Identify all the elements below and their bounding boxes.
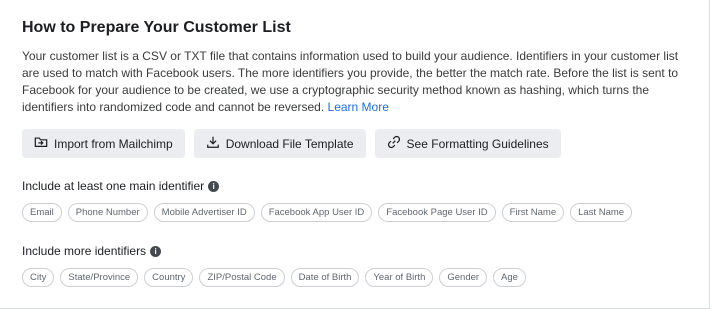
more-identifiers-heading: Include more identifiers i xyxy=(22,243,687,259)
download-button-label: Download File Template xyxy=(225,136,354,151)
learn-more-link[interactable]: Learn More xyxy=(328,100,389,114)
section-title: How to Prepare Your Customer List xyxy=(22,19,291,36)
info-icon[interactable]: i xyxy=(150,245,162,257)
guidelines-button-label: See Formatting Guidelines xyxy=(406,136,549,151)
import-mailchimp-button[interactable]: Import from Mailchimp xyxy=(22,129,185,158)
main-identifier-chips: Email Phone Number Mobile Advertiser ID Fac… xyxy=(22,203,687,222)
identifier-chip: First Name xyxy=(501,203,565,222)
link-icon xyxy=(387,135,401,152)
identifier-chip: Gender xyxy=(439,268,488,287)
identifier-chip: Mobile Advertiser ID xyxy=(153,203,255,222)
identifier-chip: Age xyxy=(493,268,526,287)
identifier-chip: Country xyxy=(144,268,194,287)
customer-list-guide-card: How to Prepare Your Customer List Your c… xyxy=(0,0,710,309)
info-icon[interactable]: i xyxy=(208,180,220,192)
main-identifiers-label: Include at least one main identifier xyxy=(22,179,205,193)
identifier-chip: Date of Birth xyxy=(290,268,360,287)
identifier-chip: City xyxy=(22,268,55,287)
identifier-chip: Last Name xyxy=(570,203,633,222)
identifier-chip: Phone Number xyxy=(67,203,148,222)
identifier-chip: State/Province xyxy=(60,268,139,287)
download-icon xyxy=(206,135,220,152)
identifier-chip: Facebook Page User ID xyxy=(378,203,496,222)
identifier-chip: ZIP/Postal Code xyxy=(199,268,285,287)
identifier-chip: Year of Birth xyxy=(365,268,434,287)
folder-import-icon xyxy=(34,135,48,152)
download-template-button[interactable]: Download File Template xyxy=(193,129,366,158)
identifier-chip: Email xyxy=(22,203,62,222)
main-identifiers-heading: Include at least one main identifier i xyxy=(22,178,687,194)
more-identifier-chips: City State/Province Country ZIP/Postal Code… xyxy=(22,268,687,287)
import-button-label: Import from Mailchimp xyxy=(54,136,173,151)
action-button-row: Import from Mailchimp Download File Temp… xyxy=(22,129,687,158)
more-identifiers-label: Include more identifiers xyxy=(22,244,147,258)
section-description: Your customer list is a CSV or TXT file … xyxy=(22,48,690,116)
identifier-chip: Facebook App User ID xyxy=(260,203,373,222)
formatting-guidelines-button[interactable]: See Formatting Guidelines xyxy=(374,129,561,158)
